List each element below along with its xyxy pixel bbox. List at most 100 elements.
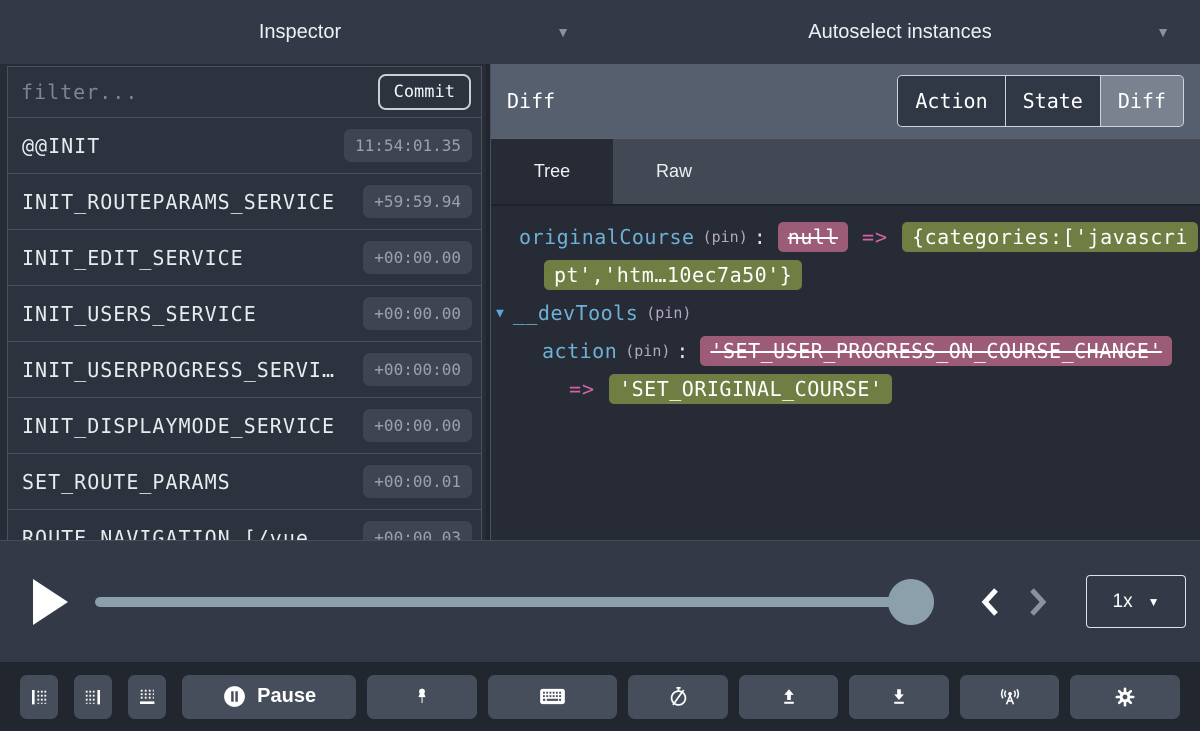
action-row[interactable]: INIT_DISPLAYMODE_SERVICE +00:00.00: [8, 398, 481, 454]
tab-action[interactable]: Action: [898, 76, 1005, 126]
panel-title: Diff: [507, 89, 555, 113]
removed-value: null: [778, 222, 848, 252]
tab-diff[interactable]: Diff: [1101, 76, 1183, 126]
mode-tab-group: Action State Diff: [897, 75, 1184, 127]
keyboard-icon: [539, 687, 566, 706]
chevron-down-icon: ▼: [1156, 24, 1170, 40]
instances-dropdown[interactable]: Autoselect instances ▼: [600, 0, 1200, 64]
settings-button[interactable]: [1070, 675, 1180, 719]
view-tab-bar: Tree Raw: [491, 138, 1200, 206]
added-value: pt','htm…10ec7a50'}: [544, 260, 802, 290]
playback-speed-select[interactable]: 1x ▼: [1086, 575, 1186, 628]
action-row[interactable]: INIT_EDIT_SERVICE +00:00.00: [8, 230, 481, 286]
added-value: 'SET_ORIGINAL_COURSE': [609, 374, 892, 404]
pin-button[interactable]: [367, 675, 477, 719]
gear-icon: [1113, 685, 1137, 709]
action-row[interactable]: ROUTE_NAVIGATION_[/vue +00:00.03: [8, 510, 481, 540]
removed-value: 'SET_USER_PROGRESS_ON_COURSE_CHANGE': [700, 336, 1171, 366]
action-name: ROUTE_NAVIGATION_[/vue: [22, 526, 309, 541]
action-time-badge: 11:54:01.35: [344, 129, 472, 162]
diff-key: action: [542, 339, 617, 363]
action-time-badge: +00:00.01: [363, 465, 472, 498]
dock-right-icon: [83, 687, 103, 707]
keyboard-shortcuts-button[interactable]: [488, 675, 617, 719]
pin-label[interactable]: (pin): [703, 228, 748, 246]
import-button[interactable]: [739, 675, 839, 719]
action-name: @@INIT: [22, 134, 100, 158]
diff-row-originalCourse[interactable]: originalCourse (pin) : null => {categori…: [491, 218, 1200, 256]
action-row[interactable]: INIT_USERPROGRESS_SERVI… +00:00:00: [8, 342, 481, 398]
diff-row-devtools[interactable]: ▼ __devTools (pin): [491, 294, 1200, 332]
pause-icon: [222, 684, 247, 709]
dock-bottom-button[interactable]: [128, 675, 166, 719]
speed-label: 1x: [1113, 591, 1133, 613]
action-name: SET_ROUTE_PARAMS: [22, 470, 231, 494]
diff-row-originalCourse-wrap: pt','htm…10ec7a50'}: [491, 256, 1200, 294]
play-button[interactable]: [33, 579, 68, 625]
inspector-dropdown-label: Inspector: [259, 21, 341, 44]
chevron-down-icon: ▼: [1148, 595, 1160, 609]
action-row[interactable]: INIT_USERS_SERVICE +00:00.00: [8, 286, 481, 342]
timeline-slider[interactable]: [95, 597, 931, 607]
timer-off-button[interactable]: [628, 675, 728, 719]
pause-label: Pause: [257, 685, 316, 708]
expander-icon[interactable]: ▼: [496, 306, 504, 321]
action-name: INIT_USERS_SERVICE: [22, 302, 257, 326]
chevron-down-icon: ▼: [556, 24, 570, 40]
action-name: INIT_EDIT_SERVICE: [22, 246, 244, 270]
diff-row-action-wrap: => 'SET_ORIGINAL_COURSE': [491, 370, 1200, 408]
action-name: INIT_DISPLAYMODE_SERVICE: [22, 414, 335, 438]
pause-button[interactable]: Pause: [182, 675, 356, 719]
dock-right-button[interactable]: [74, 675, 112, 719]
action-time-badge: +00:00.00: [363, 409, 472, 442]
chevron-left-icon: [978, 587, 1002, 617]
broadcast-icon: [997, 686, 1023, 708]
inspector-detail-panel: Diff Action State Diff Tree Raw original…: [490, 64, 1200, 540]
redux-devtools-window: Inspector ▼ Autoselect instances ▼ Commi…: [0, 0, 1200, 731]
action-time-badge: +59:59.94: [363, 185, 472, 218]
export-button[interactable]: [849, 675, 949, 719]
bottom-toolbar: Pause: [0, 662, 1200, 731]
filter-row: Commit: [8, 67, 481, 118]
action-row[interactable]: INIT_ROUTEPARAMS_SERVICE +59:59.94: [8, 174, 481, 230]
dock-bottom-icon: [137, 687, 157, 707]
inspector-dropdown[interactable]: Inspector ▼: [0, 0, 600, 64]
filter-input[interactable]: [21, 80, 378, 104]
chevron-right-icon: [1026, 587, 1050, 617]
action-name: INIT_USERPROGRESS_SERVI…: [22, 358, 335, 382]
top-bar: Inspector ▼ Autoselect instances ▼: [0, 0, 1200, 64]
slider-thumb[interactable]: [888, 579, 934, 625]
action-list-panel: Commit @@INIT 11:54:01.35 INIT_ROUTEPARA…: [0, 64, 486, 540]
upload-icon: [778, 686, 800, 708]
action-row[interactable]: SET_ROUTE_PARAMS +00:00.01: [8, 454, 481, 510]
action-name: INIT_ROUTEPARAMS_SERVICE: [22, 190, 335, 214]
diff-key: __devTools: [513, 301, 638, 325]
diff-arrow: =>: [862, 225, 888, 249]
action-time-badge: +00:00:00: [363, 353, 472, 386]
main-area: Commit @@INIT 11:54:01.35 INIT_ROUTEPARA…: [0, 64, 1200, 540]
dock-left-button[interactable]: [20, 675, 58, 719]
action-time-badge: +00:00.00: [363, 241, 472, 274]
added-value: {categories:['javascri: [902, 222, 1198, 252]
tab-tree[interactable]: Tree: [491, 139, 613, 204]
action-row[interactable]: @@INIT 11:54:01.35: [8, 118, 481, 174]
pin-label[interactable]: (pin): [646, 304, 691, 322]
instances-dropdown-label: Autoselect instances: [808, 21, 991, 44]
diff-arrow: =>: [569, 377, 595, 401]
tab-state[interactable]: State: [1006, 76, 1101, 126]
commit-button[interactable]: Commit: [378, 74, 471, 110]
step-forward-button[interactable]: [1026, 587, 1050, 617]
timer-off-icon: [667, 685, 690, 708]
tab-raw[interactable]: Raw: [613, 139, 735, 204]
dock-left-icon: [29, 687, 49, 707]
diff-tree: originalCourse (pin) : null => {categori…: [491, 206, 1200, 540]
diff-key: originalCourse: [519, 225, 695, 249]
step-back-button[interactable]: [978, 587, 1002, 617]
diff-row-action[interactable]: action (pin) : 'SET_USER_PROGRESS_ON_COU…: [491, 332, 1200, 370]
detail-header: Diff Action State Diff: [491, 64, 1200, 138]
pin-label[interactable]: (pin): [625, 342, 670, 360]
player-bar: 1x ▼: [0, 540, 1200, 662]
remote-button[interactable]: [960, 675, 1060, 719]
action-time-badge: +00:00.03: [363, 521, 472, 540]
pin-icon: [411, 686, 433, 708]
